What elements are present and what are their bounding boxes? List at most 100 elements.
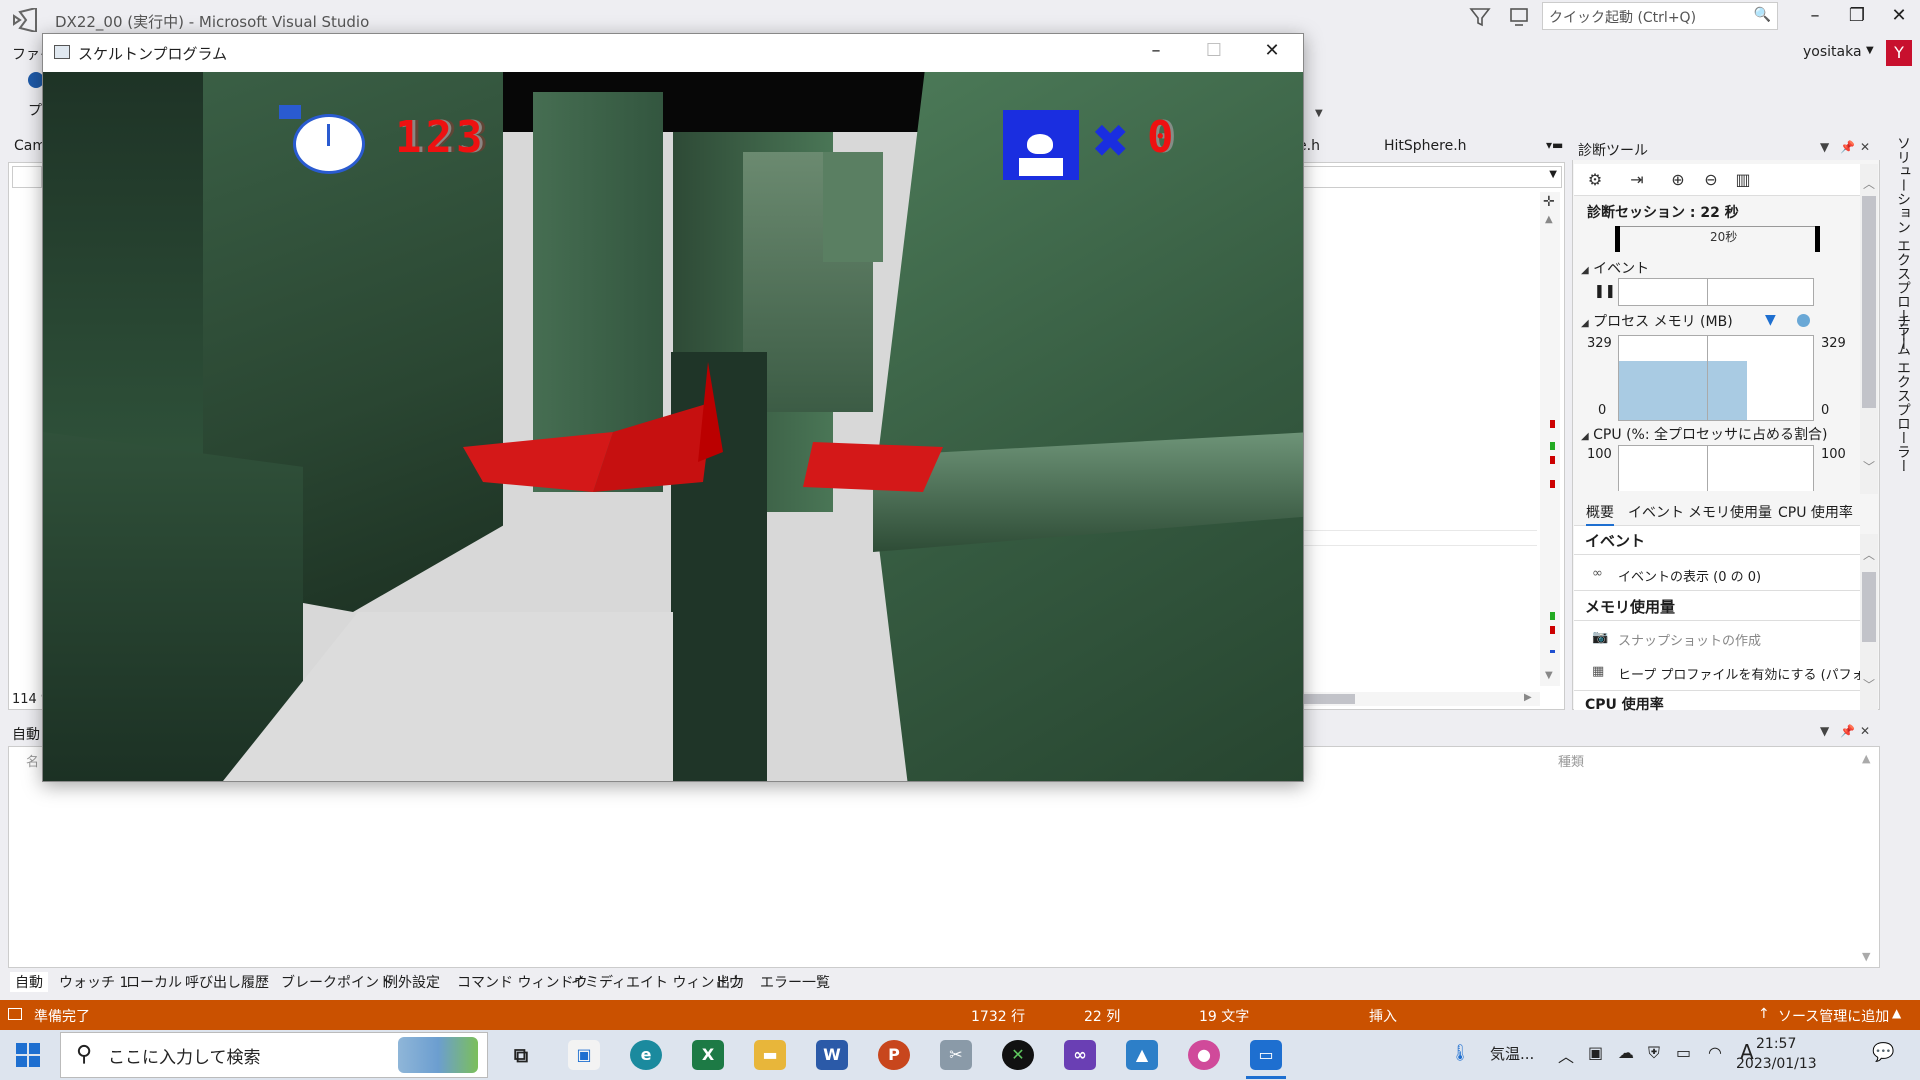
member-navigation-combo[interactable]: ▼: [1300, 166, 1562, 188]
scrollbar-thumb[interactable]: [1300, 694, 1355, 704]
column-header-type[interactable]: 種類: [1558, 751, 1584, 770]
status-column[interactable]: 22 列: [1084, 1006, 1120, 1026]
show-events-link[interactable]: イベントの表示 (0 の 0): [1618, 566, 1761, 585]
timeline-end-handle[interactable]: [1815, 226, 1820, 252]
zoom-in-icon[interactable]: ⊕: [1668, 170, 1688, 190]
notification-center-icon[interactable]: 💬: [1872, 1042, 1894, 1063]
file-explorer-icon[interactable]: ▬: [754, 1040, 786, 1070]
close-icon[interactable]: ✕: [1860, 724, 1870, 738]
collapse-caret-icon[interactable]: ◢: [1581, 431, 1589, 442]
scroll-down-icon[interactable]: ▼: [1862, 950, 1870, 963]
reset-view-icon[interactable]: ▥: [1733, 170, 1753, 190]
error-marker[interactable]: [1550, 420, 1555, 428]
add-to-source-control[interactable]: ソース管理に追加: [1778, 1006, 1889, 1026]
pause-icon[interactable]: ❚❚: [1594, 284, 1616, 299]
tab-hitsphere[interactable]: HitSphere.h: [1384, 138, 1467, 154]
pin-icon[interactable]: 📌: [1840, 140, 1855, 154]
photos-icon[interactable]: ▲: [1126, 1040, 1158, 1070]
scroll-down-icon[interactable]: ﹀: [1863, 458, 1875, 475]
game-maximize-button[interactable]: ☐: [1194, 40, 1234, 66]
minimize-button[interactable]: –: [1802, 5, 1828, 31]
chevron-down-icon[interactable]: ▼: [1866, 45, 1874, 56]
tab-memory-usage[interactable]: メモリ使用量: [1688, 502, 1772, 522]
pin-icon[interactable]: 📌: [1840, 724, 1855, 738]
tab-error-list[interactable]: エラー一覧: [760, 972, 830, 992]
cpu-section-header[interactable]: ◢ CPU (%: 全プロセッサに占める割合): [1581, 424, 1827, 444]
scroll-right-icon[interactable]: ▶: [1524, 692, 1532, 703]
scroll-up-icon[interactable]: ︿: [1863, 175, 1875, 192]
status-insert-mode[interactable]: 挿入: [1369, 1006, 1397, 1026]
scroll-down-icon[interactable]: ﹀: [1863, 676, 1875, 693]
tab-command-window[interactable]: コマンド ウィンドウ: [457, 972, 587, 992]
live-share-icon[interactable]: [1507, 5, 1531, 29]
visual-studio-icon[interactable]: ∞: [1064, 1040, 1096, 1070]
cpu-chart[interactable]: [1618, 445, 1814, 491]
zoom-out-icon[interactable]: ⊖: [1701, 170, 1721, 190]
excel-icon[interactable]: X: [692, 1040, 724, 1070]
status-chars[interactable]: 19 文字: [1199, 1006, 1249, 1026]
toolbar-overflow-icon[interactable]: ▼: [1315, 108, 1323, 119]
tab-events[interactable]: イベント: [1628, 502, 1684, 522]
scroll-up-icon[interactable]: ︿: [1863, 546, 1875, 563]
battery-icon[interactable]: ▭: [1676, 1043, 1691, 1062]
project-combo[interactable]: [12, 166, 42, 188]
collapse-caret-icon[interactable]: ◢: [1581, 318, 1589, 329]
events-track[interactable]: [1618, 278, 1814, 306]
restore-button[interactable]: ❐: [1844, 5, 1870, 31]
tab-call-stack[interactable]: 呼び出し履歴: [185, 972, 269, 992]
game-viewport[interactable]: [43, 72, 1303, 781]
close-icon[interactable]: ✕: [1860, 140, 1870, 154]
weather-text[interactable]: 気温...: [1490, 1043, 1534, 1064]
tab-locals[interactable]: ローカル: [126, 972, 182, 992]
scroll-up-icon[interactable]: ▲: [1862, 752, 1870, 765]
tab-team-explorer[interactable]: チーム エクスプローラー: [1893, 314, 1913, 472]
windows-start-icon[interactable]: [16, 1043, 40, 1067]
xbox-icon[interactable]: ✕: [1002, 1040, 1034, 1070]
chevron-up-icon[interactable]: ▲: [1892, 1006, 1901, 1020]
security-icon[interactable]: ⛨: [1648, 1043, 1660, 1063]
scrollbar-thumb[interactable]: [1862, 196, 1876, 408]
task-view-icon[interactable]: ⧉: [505, 1040, 537, 1070]
clock-time[interactable]: 21:57: [1756, 1036, 1796, 1052]
quick-launch-input[interactable]: クイック起動 (Ctrl+Q) 🔍: [1542, 2, 1778, 30]
game-close-button[interactable]: ✕: [1252, 40, 1292, 66]
events-section-header[interactable]: ◢ イベント: [1581, 258, 1649, 278]
tab-watch-1[interactable]: ウォッチ 1: [59, 972, 128, 992]
tab-output[interactable]: 出力: [716, 972, 744, 992]
scroll-up-icon[interactable]: ▲: [1545, 214, 1553, 225]
store-icon[interactable]: ▣: [568, 1040, 600, 1070]
panel-menu-icon[interactable]: ▼: [1820, 140, 1829, 154]
game-window-titlebar[interactable]: [43, 34, 1303, 72]
avatar[interactable]: Y: [1886, 40, 1912, 66]
snipping-tool-icon[interactable]: ✂: [940, 1040, 972, 1070]
tab-exception-settings[interactable]: 例外設定: [384, 972, 440, 992]
tab-list-dropdown-icon[interactable]: ▾▬: [1546, 138, 1563, 152]
user-name[interactable]: yositaka: [1803, 44, 1862, 60]
close-button[interactable]: ✕: [1886, 5, 1912, 31]
status-line[interactable]: 1732 行: [971, 1006, 1025, 1026]
thermometer-icon[interactable]: 🌡: [1450, 1043, 1470, 1062]
cloud-sync-icon[interactable]: ☁: [1618, 1043, 1634, 1062]
error-marker[interactable]: [1550, 480, 1555, 488]
scrollbar-thumb[interactable]: [1862, 572, 1876, 642]
clock-date[interactable]: 2023/01/13: [1736, 1056, 1817, 1072]
error-marker[interactable]: [1550, 456, 1555, 464]
filter-icon[interactable]: [1468, 5, 1492, 29]
skeleton-app-icon[interactable]: ▭: [1250, 1040, 1282, 1070]
column-header-name[interactable]: 名: [26, 751, 39, 770]
arrow-up-icon[interactable]: ↑: [1758, 1006, 1770, 1022]
memory-section-header[interactable]: ◢ プロセス メモリ (MB): [1581, 311, 1733, 331]
tab-summary[interactable]: 概要: [1586, 502, 1614, 526]
enable-heap-profile-link[interactable]: ヒープ プロファイルを有効にする (パフォー: [1618, 664, 1878, 683]
collapse-caret-icon[interactable]: ◢: [1581, 265, 1589, 276]
panel-menu-icon[interactable]: ▼: [1820, 724, 1829, 738]
select-tools-icon[interactable]: ⇥: [1627, 170, 1647, 190]
paint-icon[interactable]: ●: [1188, 1040, 1220, 1070]
scroll-down-icon[interactable]: ▼: [1545, 670, 1553, 681]
tab-autos[interactable]: 自動: [10, 972, 48, 992]
game-minimize-button[interactable]: –: [1136, 40, 1176, 66]
take-snapshot-link[interactable]: スナップショットの作成: [1618, 630, 1761, 649]
split-editor-icon[interactable]: ✛: [1543, 194, 1555, 210]
word-icon[interactable]: W: [816, 1040, 848, 1070]
error-marker[interactable]: [1550, 626, 1555, 634]
